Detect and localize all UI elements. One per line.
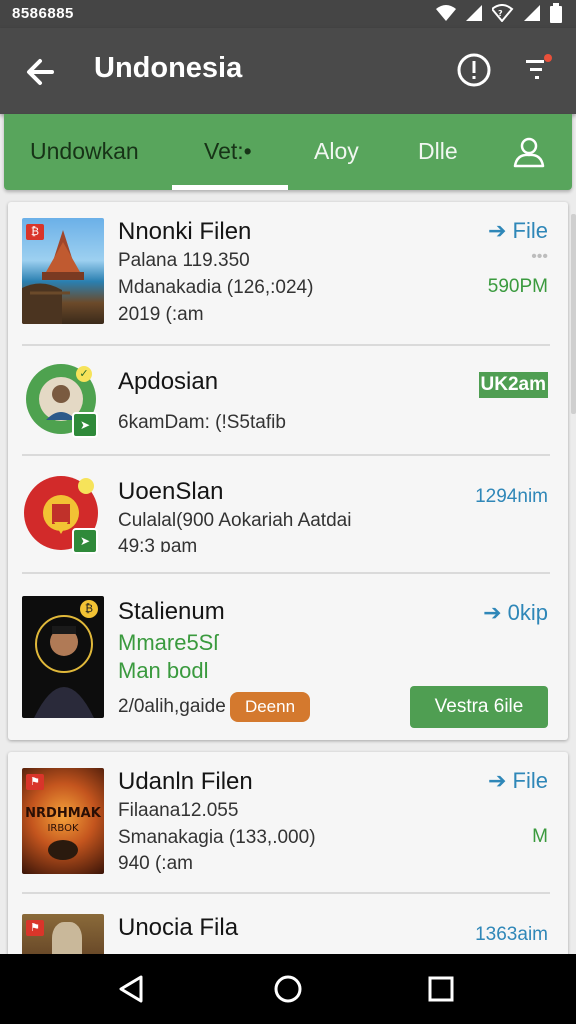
item-title: Apdosian bbox=[118, 368, 219, 395]
item-time: 1294nim bbox=[475, 486, 548, 507]
back-arrow-icon[interactable] bbox=[22, 52, 62, 92]
recents-square-icon[interactable] bbox=[421, 969, 461, 1009]
wifi-icon bbox=[436, 5, 456, 21]
skip-link[interactable]: ➔ 0kip bbox=[483, 600, 548, 626]
home-circle-icon[interactable] bbox=[268, 969, 308, 1009]
item-line: Smanakagia (133,.000) bbox=[118, 827, 316, 848]
item-line: 6kamDam: (!S5tafib bbox=[118, 412, 286, 433]
item-line: Filaana12.055 bbox=[118, 800, 239, 821]
status-badge: Deenn bbox=[230, 692, 310, 722]
list-item[interactable]: ➤ ✓ Apdosian 6kamDam: (!S5tafib UK2am bbox=[8, 346, 568, 456]
signal-icon bbox=[466, 5, 482, 21]
tab-vet[interactable]: Vet:• bbox=[204, 138, 252, 165]
arrow-right-icon: ➔ bbox=[488, 218, 513, 243]
navigation-bar bbox=[0, 954, 576, 1024]
poster-shape bbox=[48, 840, 78, 860]
person-icon[interactable] bbox=[509, 132, 549, 172]
item-title: UoenSlan bbox=[118, 478, 224, 505]
arrow-right-icon: ➔ bbox=[488, 768, 513, 793]
status-bar: 8586885 ? bbox=[0, 0, 576, 28]
file-link-label: File bbox=[512, 218, 548, 243]
info-icon[interactable] bbox=[454, 50, 494, 90]
action-button[interactable]: Vestra 6ile bbox=[410, 686, 548, 728]
list-item[interactable]: ⚑ Unocia Fila 1363aim bbox=[8, 894, 568, 962]
thumbnail-temple: ₿ bbox=[22, 218, 104, 324]
page-title: Undonesia bbox=[94, 52, 243, 84]
check-badge-icon: ➤ bbox=[72, 412, 98, 438]
item-line: 2019 (:am bbox=[118, 304, 204, 325]
tab-aloy[interactable]: Aloy bbox=[314, 138, 359, 165]
item-line: Palana 119.350 bbox=[118, 250, 250, 271]
avatar: ➤ ✓ bbox=[26, 364, 98, 438]
results-card: NRDHMAK IRBOK ⚑ Udanln Filen Filaana12.0… bbox=[8, 752, 568, 962]
flag-icon: ⚑ bbox=[26, 920, 44, 936]
item-title: Unocia Fila bbox=[118, 914, 239, 941]
signal-icon bbox=[524, 5, 540, 21]
item-title: Stalienum bbox=[118, 598, 225, 625]
thumb-badge: ₿ bbox=[80, 600, 98, 618]
item-line: Culalal(900 Aokariah Aatdai bbox=[118, 510, 352, 531]
check-badge-icon: ➤ bbox=[72, 528, 98, 554]
list-item[interactable]: ₿ Nnonki Filen Palana 119.350 Mdanakadia… bbox=[8, 202, 568, 346]
app-bar: Undonesia bbox=[0, 28, 576, 114]
flag-icon: ⚑ bbox=[26, 774, 44, 790]
back-triangle-icon[interactable] bbox=[112, 969, 152, 1009]
file-link-label: File bbox=[512, 768, 548, 793]
item-title: Udanln Filen bbox=[118, 768, 253, 795]
results-card: ₿ Nnonki Filen Palana 119.350 Mdanakadia… bbox=[8, 202, 568, 740]
thumbnail-poster: NRDHMAK IRBOK ⚑ bbox=[22, 768, 104, 874]
dot-badge bbox=[78, 478, 94, 494]
arrow-right-icon: ➔ bbox=[483, 600, 508, 625]
list-item[interactable]: NRDHMAK IRBOK ⚑ Udanln Filen Filaana12.0… bbox=[8, 752, 568, 894]
tab-indicator bbox=[172, 185, 288, 190]
more-dots-icon[interactable]: ••• bbox=[531, 248, 548, 266]
tab-bar: Undowkan Vet:• Aloy Dlle bbox=[4, 114, 572, 190]
tab-undowkan[interactable]: Undowkan bbox=[30, 138, 139, 165]
filter-icon[interactable] bbox=[518, 50, 558, 90]
status-icons: ? bbox=[436, 3, 562, 23]
file-link[interactable]: ➔ File bbox=[488, 768, 548, 794]
item-time: M bbox=[532, 826, 548, 847]
thumb-badge: ✓ bbox=[76, 366, 92, 382]
file-link[interactable]: ➔ File bbox=[488, 218, 548, 244]
item-line: Man bodl bbox=[118, 658, 209, 683]
item-line: Mdanakadia (126,:024) bbox=[118, 277, 314, 298]
thumb-badge: ₿ bbox=[26, 224, 44, 240]
poster-text: IRBOK bbox=[47, 823, 79, 834]
poster-text: NRDHMAK bbox=[25, 806, 101, 821]
item-time: 1363aim bbox=[475, 924, 548, 945]
item-title: Nnonki Filen bbox=[118, 218, 252, 245]
list-item[interactable]: ➤ UoenSlan Culalal(900 Aokariah Aatdai 4… bbox=[8, 456, 568, 574]
status-time: 8586885 bbox=[12, 5, 74, 22]
notification-dot bbox=[544, 54, 552, 62]
svg-text:?: ? bbox=[498, 9, 503, 18]
list-item[interactable]: ₿ Stalienum Mmare5Sſ Man bodl 2/0alih,ga… bbox=[8, 574, 568, 740]
item-time: 590PM bbox=[487, 276, 548, 297]
item-line: 940 (:am bbox=[118, 853, 193, 874]
item-line: Mmare5Sſ bbox=[118, 630, 219, 655]
item-line: 2/0alih,gaide bbox=[118, 696, 226, 717]
skip-link-label: 0kip bbox=[507, 600, 548, 625]
status-badge: UK2am bbox=[478, 372, 548, 398]
thumbnail-portrait: ₿ bbox=[22, 596, 104, 718]
avatar: ➤ bbox=[24, 476, 98, 554]
scrollbar[interactable] bbox=[571, 214, 576, 414]
tab-dlle[interactable]: Dlle bbox=[418, 138, 458, 165]
wifi-calling-icon: ? bbox=[492, 4, 514, 22]
item-line: 49:3 ɒam bbox=[118, 536, 198, 557]
battery-icon bbox=[550, 3, 562, 23]
